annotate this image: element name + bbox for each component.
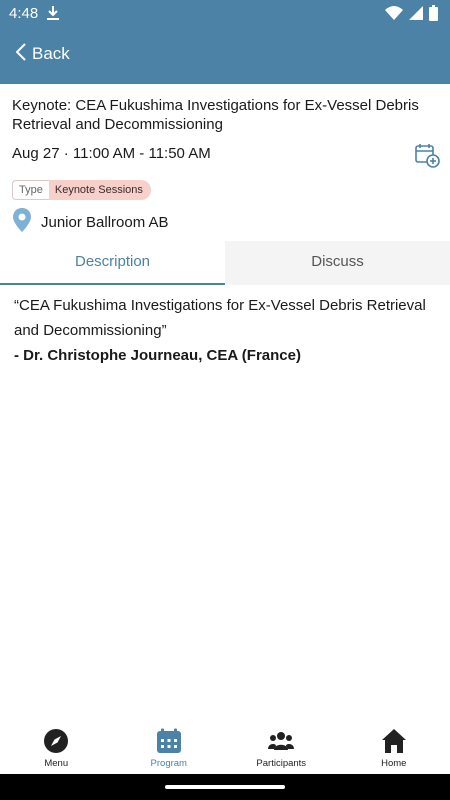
system-gesture-bar <box>0 774 450 800</box>
compass-icon <box>44 729 69 753</box>
map-pin-icon <box>12 207 32 237</box>
nav-menu[interactable]: Menu <box>0 726 113 774</box>
download-icon <box>46 5 60 26</box>
calendar-add-icon[interactable] <box>414 142 440 168</box>
description-quote: “CEA Fukushima Investigations for Ex-Ves… <box>14 297 426 339</box>
description-content: “CEA Fukushima Investigations for Ex-Ves… <box>14 293 436 368</box>
tab-bar: Description Discuss <box>0 241 450 285</box>
location-name: Junior Ballroom AB <box>41 213 169 231</box>
wifi-icon <box>385 6 403 25</box>
status-time: 4:48 <box>9 5 39 22</box>
session-type: Type Keynote Sessions <box>12 180 151 200</box>
battery-icon <box>429 5 438 26</box>
tab-discuss[interactable]: Discuss <box>225 241 450 285</box>
chevron-left-icon <box>15 42 26 66</box>
nav-participants[interactable]: Participants <box>225 726 338 774</box>
app-header: Back <box>0 28 450 84</box>
type-badge: Keynote Sessions <box>48 180 151 200</box>
nav-home-label: Home <box>381 758 407 769</box>
nav-home[interactable]: Home <box>338 726 450 774</box>
nav-program[interactable]: Program <box>113 726 226 774</box>
status-icons <box>385 5 438 26</box>
nav-menu-label: Menu <box>44 758 69 769</box>
nav-participants-label: Participants <box>256 758 307 769</box>
type-label: Type <box>12 180 49 200</box>
description-author: - Dr. Christophe Journeau, CEA (France) <box>14 347 301 364</box>
people-icon <box>268 732 295 750</box>
session-title: Keynote: CEA Fukushima Investigations fo… <box>12 97 419 133</box>
back-label: Back <box>32 44 70 63</box>
home-gesture-handle[interactable] <box>165 785 285 789</box>
session-location[interactable]: Junior Ballroom AB <box>12 207 169 237</box>
nav-program-label: Program <box>150 758 187 769</box>
home-icon <box>381 729 406 753</box>
status-bar: 4:48 <box>0 0 450 28</box>
back-button[interactable]: Back <box>15 42 70 66</box>
bottom-nav: Menu Program Participants Home <box>0 726 450 774</box>
tab-description[interactable]: Description <box>0 241 225 285</box>
session-datetime: Aug 27 · 11:00 AM - 11:50 AM <box>12 145 211 162</box>
signal-icon <box>409 6 423 25</box>
calendar-icon <box>156 728 181 753</box>
